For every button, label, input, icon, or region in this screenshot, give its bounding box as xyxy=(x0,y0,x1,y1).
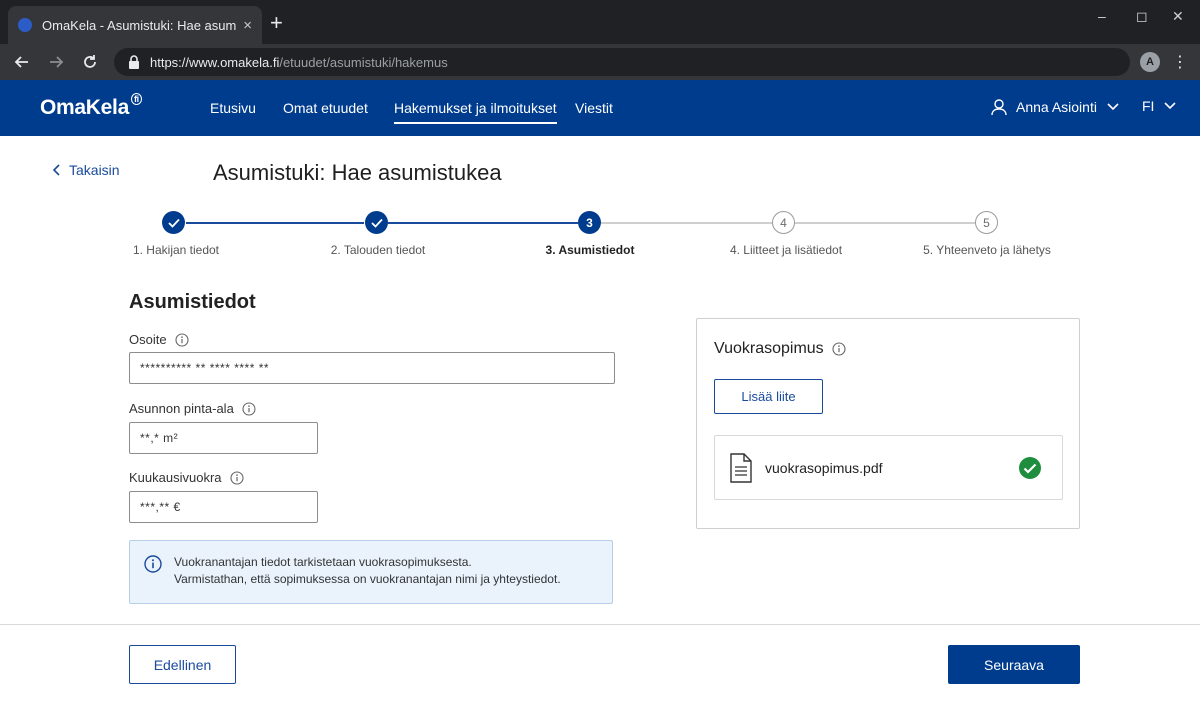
add-attachment-button[interactable]: Lisää liite xyxy=(714,379,823,414)
favicon-icon xyxy=(18,18,32,32)
nav-etusivu[interactable]: Etusivu xyxy=(210,100,256,116)
next-button[interactable]: Seuraava xyxy=(948,645,1080,684)
step-connector xyxy=(186,222,364,224)
back-label: Takaisin xyxy=(69,162,120,178)
chevron-down-icon xyxy=(1164,102,1177,110)
attachment-card: Vuokrasopimus Lisää liite vuokrasopimus.… xyxy=(696,318,1080,529)
chevron-down-icon xyxy=(1107,103,1119,111)
browser-toolbar: https://www.omakela.fi/etuudet/asumistuk… xyxy=(0,44,1200,80)
profile-avatar[interactable]: A xyxy=(1140,52,1160,72)
footer-divider xyxy=(0,624,1200,625)
previous-button[interactable]: Edellinen xyxy=(129,645,236,684)
user-icon xyxy=(991,99,1007,116)
step-2-label: 2. Talouden tiedot xyxy=(330,243,426,257)
document-icon xyxy=(730,452,752,483)
progress-stepper: 3 4 5 1. Hakijan tiedot 2. Talouden tied… xyxy=(0,210,1200,260)
maximize-icon[interactable]: ◻ xyxy=(1136,8,1148,25)
step-3-label: 3. Asumistiedot xyxy=(545,243,635,257)
attachment-file-name: vuokrasopimus.pdf xyxy=(765,459,883,476)
step-5-label: 5. Yhteenveto ja lähetys xyxy=(923,243,1051,257)
user-name: Anna Asiointi xyxy=(1016,99,1097,115)
site-header: OmaKela fi Etusivu Omat etuudet Hakemukse… xyxy=(0,80,1200,136)
area-input[interactable]: **,* m² xyxy=(129,422,318,454)
info-icon[interactable] xyxy=(175,332,189,347)
tab-title: OmaKela - Asumistuki: Hae asumistukea xyxy=(42,17,238,33)
step-4-label: 4. Liitteet ja lisätiedot xyxy=(729,243,843,257)
address-label: Osoite xyxy=(129,332,189,347)
forward-arrow-icon[interactable] xyxy=(44,50,68,74)
step-connector xyxy=(795,222,975,224)
back-link[interactable]: Takaisin xyxy=(52,162,120,178)
step-2-check-icon xyxy=(365,211,388,234)
user-menu[interactable]: Anna Asiointi xyxy=(990,98,1119,116)
language-selector[interactable]: FI xyxy=(1142,98,1177,114)
minimize-icon[interactable]: – xyxy=(1098,8,1106,24)
browser-tab[interactable]: OmaKela - Asumistuki: Hae asumistukea × xyxy=(8,6,262,44)
attachment-file-row[interactable]: vuokrasopimus.pdf xyxy=(714,435,1063,500)
step-connector xyxy=(601,222,772,224)
url-text: https://www.omakela.fi/etuudet/asumistuk… xyxy=(150,54,448,70)
nav-hakemukset[interactable]: Hakemukset ja ilmoitukset xyxy=(394,100,557,124)
rent-input[interactable]: ***,** € xyxy=(129,491,318,523)
browser-tab-bar: OmaKela - Asumistuki: Hae asumistukea × … xyxy=(0,0,1200,44)
nav-viestit[interactable]: Viestit xyxy=(575,100,613,116)
url-bar[interactable]: https://www.omakela.fi/etuudet/asumistuk… xyxy=(114,48,1130,76)
nav-omat-etuudet[interactable]: Omat etuudet xyxy=(283,100,368,116)
address-input[interactable]: ********** ** **** **** ** xyxy=(129,352,615,384)
step-1-check-icon xyxy=(162,211,185,234)
step-1-label: 1. Hakijan tiedot xyxy=(132,243,220,257)
area-label: Asunnon pinta-ala xyxy=(129,401,256,416)
lock-icon xyxy=(129,55,139,69)
attachment-title: Vuokrasopimus xyxy=(714,340,846,358)
chevron-left-icon xyxy=(52,164,60,176)
step-connector xyxy=(388,222,578,224)
step-3-number: 3 xyxy=(578,211,601,234)
omakela-logo[interactable]: OmaKela fi xyxy=(40,93,142,120)
tab-close-icon[interactable]: × xyxy=(243,17,252,34)
page-title: Asumistuki: Hae asumistukea xyxy=(213,160,502,185)
language-label: FI xyxy=(1142,98,1155,114)
notice-text: Vuokranantajan tiedot tarkistetaan vuokr… xyxy=(174,555,561,586)
step-4-number: 4 xyxy=(772,211,795,234)
back-arrow-icon[interactable] xyxy=(10,50,34,74)
info-icon[interactable] xyxy=(242,401,256,416)
step-5-number: 5 xyxy=(975,211,998,234)
info-notice: Vuokranantajan tiedot tarkistetaan vuokr… xyxy=(129,540,613,604)
info-icon[interactable] xyxy=(832,342,846,356)
rent-label: Kuukausivuokra xyxy=(129,470,244,485)
close-window-icon[interactable]: ✕ xyxy=(1172,8,1184,25)
check-circle-icon xyxy=(1019,456,1041,479)
section-title: Asumistiedot xyxy=(129,291,256,313)
new-tab-icon[interactable]: + xyxy=(270,10,283,36)
browser-menu-icon[interactable]: ⋮ xyxy=(1172,52,1188,72)
reload-icon[interactable] xyxy=(78,50,102,74)
info-icon[interactable] xyxy=(229,470,244,485)
info-circle-icon xyxy=(144,555,162,573)
